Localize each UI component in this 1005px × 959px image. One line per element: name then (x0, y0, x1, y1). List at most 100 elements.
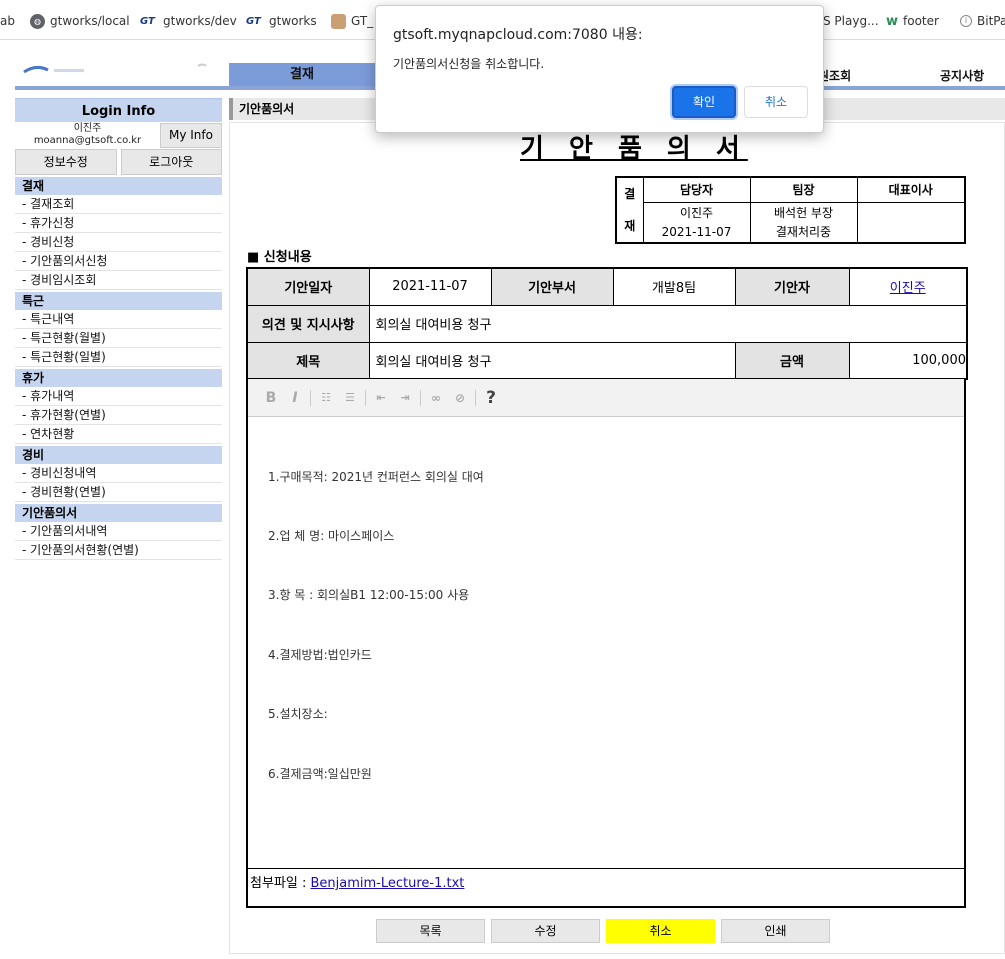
sidebar-item[interactable]: - 연차현황 (15, 425, 222, 444)
approval-cell-manager: 이진주 2021-11-07 (642, 201, 751, 244)
italic-icon[interactable]: I (286, 389, 304, 407)
approval-status: 결재처리중 (775, 225, 832, 240)
label-amount: 금액 (734, 341, 850, 380)
sidebar-item[interactable]: - 기안품의서현황(연별) (15, 541, 222, 560)
value-subject: 회의실 대여비용 청구 (368, 341, 736, 380)
approval-cell-ceo (856, 201, 966, 244)
approval-table: 결 재 담당자 팀장 대표이사 이진주 2021-11-07 배석헌 부장 결재… (615, 176, 966, 244)
print-button[interactable]: 인쇄 (721, 919, 830, 943)
sidebar-item[interactable]: - 기안품의서내역 (15, 522, 222, 541)
bookmark-label: gtworks (269, 14, 317, 28)
dialog-ok-button[interactable]: 확인 (672, 86, 736, 118)
toolbar-separator (475, 389, 476, 406)
bookmark-label: GT_ (351, 14, 374, 28)
bold-icon[interactable]: B (262, 389, 280, 407)
toolbar-separator (420, 389, 421, 406)
dialog-cancel-button[interactable]: 취소 (744, 86, 808, 118)
editor-content[interactable]: 1.구매목적: 2021년 컨퍼런스 회의실 대여 2.업 체 명: 마이스페이… (248, 417, 964, 867)
sidebar-group: 특근 - 특근내역 - 특근현황(월별) - 특근현황(일별) (15, 292, 222, 367)
bookmark-gtworks-local[interactable]: ◍ gtworks/local (30, 12, 130, 30)
header-bar (820, 98, 1005, 120)
document-title: 기 안 품 의 서 (520, 134, 748, 164)
attachment-link[interactable]: Benjamim-Lecture-1.txt (311, 876, 465, 891)
user-name: 이진주 (73, 123, 102, 134)
login-info: 이진주 moanna@gtsoft.co.kr My Info (15, 122, 222, 149)
editor-toolbar: B I ☷ ☰ ⇤ ⇥ ∞ ⊘ ? (248, 379, 964, 417)
sidebar-item[interactable]: - 휴가현황(연별) (15, 406, 222, 425)
bookmark-label: ab (0, 14, 15, 28)
label-drafter: 기안자 (734, 267, 850, 306)
gt-logo-icon: GT (140, 15, 155, 27)
sidebar-group-title: 결재 (15, 177, 222, 195)
sidebar-item[interactable]: - 특근현황(일별) (15, 348, 222, 367)
bookmark-label: BitPa (977, 14, 1005, 28)
approval-cell-leader: 배석헌 부장 결재처리중 (749, 201, 858, 244)
w3-icon: w (886, 13, 899, 29)
sidebar-group: 기안품의서 - 기안품의서내역 - 기안품의서현황(연별) (15, 504, 222, 560)
sidebar-group: 휴가 - 휴가내역 - 휴가현황(연별) - 연차현황 (15, 369, 222, 444)
toolbar-separator (365, 389, 366, 406)
content-line: 3.항 목 : 회의실B1 12:00-15:00 사용 (268, 588, 470, 602)
sidebar-item[interactable]: - 휴가신청 (15, 214, 222, 233)
attachment-label: 첨부파일 : (250, 876, 307, 891)
sidebar-item[interactable]: - 경비신청내역 (15, 464, 222, 483)
sidebar-group: 결재 - 결재조회 - 휴가신청 - 경비신청 - 기안품의서신청 - 경비임시조회 (15, 177, 222, 290)
page: ab ◍ gtworks/local GT gtworks/dev GT gtw… (0, 0, 1005, 959)
toolbar-separator (310, 389, 311, 406)
logout-button[interactable]: 로그아웃 (120, 149, 222, 175)
link-icon[interactable]: ∞ (427, 389, 445, 407)
approval-side-bottom: 재 (624, 219, 636, 233)
sidebar-group-title: 경비 (15, 446, 222, 464)
bullet-list-icon[interactable]: ☰ (341, 389, 359, 407)
approver-name: 배석헌 부장 (773, 206, 833, 221)
content-line: 5.설치장소: (268, 707, 328, 721)
unlink-icon[interactable]: ⊘ (451, 389, 469, 407)
gt-logo-icon: GT (246, 15, 261, 27)
content-line: 4.결제방법:법인카드 (268, 648, 372, 662)
request-info-table: 기안일자 2021-11-07 기안부서 개발8팀 기안자 이진주 의견 및 지… (246, 267, 968, 380)
nav-item-notice[interactable]: 공지사항 (940, 67, 984, 84)
sidebar-item[interactable]: - 휴가내역 (15, 387, 222, 406)
bookmark-gtworks[interactable]: GT gtworks (246, 12, 317, 30)
bookmark-ab[interactable]: ab (0, 12, 15, 30)
numbered-list-icon[interactable]: ☷ (317, 389, 335, 407)
sidebar-item[interactable]: - 결재조회 (15, 195, 222, 214)
sidebar-item[interactable]: - 특근현황(월별) (15, 329, 222, 348)
sidebar-item[interactable]: - 경비임시조회 (15, 271, 222, 290)
user-email: moanna@gtsoft.co.kr (33, 135, 142, 146)
outdent-icon[interactable]: ⇤ (372, 389, 390, 407)
approval-header-ceo: 대표이사 (856, 176, 966, 203)
list-button[interactable]: 목록 (376, 919, 485, 943)
sidebar-item[interactable]: - 경비현황(연별) (15, 483, 222, 502)
approval-date: 2021-11-07 (661, 225, 732, 240)
drafter-link[interactable]: 이진주 (890, 281, 926, 296)
approval-header-manager: 담당자 (642, 176, 751, 203)
bookmark-bitpa[interactable]: i BitPa (960, 12, 1005, 30)
content-editor: B I ☷ ☰ ⇤ ⇥ ∞ ⊘ ? 1.구매목적: 2021년 컨퍼런스 회의실… (246, 379, 966, 908)
request-section-title: ■ 신청내용 (247, 250, 312, 265)
sidebar-item[interactable]: - 특근내역 (15, 310, 222, 329)
value-dept: 개발8팀 (612, 267, 736, 306)
indent-icon[interactable]: ⇥ (396, 389, 414, 407)
approval-header-leader: 팀장 (749, 176, 858, 203)
company-logo (23, 63, 207, 74)
bookmark-label: gtworks/local (50, 14, 130, 28)
help-icon[interactable]: ? (482, 388, 500, 408)
edit-info-button[interactable]: 정보수정 (15, 149, 117, 175)
bookmark-gt[interactable]: GT_ (331, 12, 373, 30)
bookmark-gtworks-dev[interactable]: GT gtworks/dev (140, 12, 237, 30)
nav-tab-approval[interactable]: 결재 (229, 63, 375, 86)
bookmark-playground[interactable]: S Playg... (823, 12, 879, 30)
label-draft-date: 기안일자 (246, 267, 370, 306)
sidebar-item[interactable]: - 경비신청 (15, 233, 222, 252)
bookmark-footer[interactable]: w footer (886, 12, 939, 30)
info-circle-icon: i (960, 15, 972, 27)
edit-button[interactable]: 수정 (491, 919, 600, 943)
sidebar-item[interactable]: - 기안품의서신청 (15, 252, 222, 271)
my-info-button[interactable]: My Info (160, 123, 222, 148)
cancel-request-button[interactable]: 취소 (606, 919, 715, 943)
bookmark-label: gtworks/dev (163, 14, 237, 28)
dialog-message: 기안품의서신청을 취소합니다. (393, 57, 545, 71)
content-line: 1.구매목적: 2021년 컨퍼런스 회의실 대여 (268, 470, 484, 484)
sidebar-group-title: 휴가 (15, 369, 222, 387)
